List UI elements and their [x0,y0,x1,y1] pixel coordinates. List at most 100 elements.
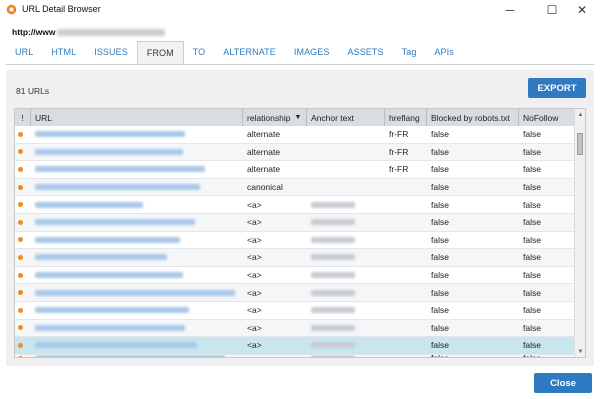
minimize-icon: ─ [505,3,515,17]
column-header-status[interactable]: ! [15,109,31,126]
links-table: ! URL relationship ▼ Anchor text hreflang Bloc… [14,108,586,358]
status-dot-icon [18,254,23,260]
column-header-blocked-by-robots-txt[interactable]: Blocked by robots.txt [427,109,519,126]
nofollow-cell: false [523,322,541,333]
table-row[interactable]: alternate fr-FR false false [15,126,575,144]
relationship-cell: alternate [247,164,281,175]
table-row[interactable]: falsefalse [15,354,575,357]
redacted-anchor-text [311,289,355,296]
redacted-url [35,254,167,261]
anchor-text-cell [307,144,385,161]
redacted-anchor-text [311,236,355,243]
relationship-cell: <a> [247,217,262,228]
anchor-text-cell [307,284,385,301]
status-cell [15,214,31,231]
column-header-relationship[interactable]: relationship ▼ [243,109,307,126]
blocked-by-robots-cell: false [431,199,449,210]
nofollow-cell: false [519,355,575,357]
tab-issues[interactable]: ISSUES [85,40,137,64]
tab-to[interactable]: TO [184,40,215,64]
tab-from[interactable]: FROM [136,41,184,64]
blocked-by-robots-cell: false [431,270,449,281]
redacted-anchor-text [311,201,355,208]
nofollow-cell: false [523,234,541,245]
hreflang-cell [385,302,427,319]
minimize-button[interactable]: ─ [492,0,528,20]
status-dot-icon [18,149,23,155]
table-row[interactable]: alternate fr-FR false false [15,161,575,179]
blocked-by-robots-cell: false [431,340,449,351]
anchor-text-cell [307,355,385,357]
close-button[interactable]: Close [534,373,592,393]
table-row[interactable]: <a> false false [15,232,575,250]
relationship-cell [243,355,307,357]
scroll-down-icon[interactable]: ▼ [575,346,585,357]
table-row[interactable]: alternate fr-FR false false [15,143,575,162]
table-row[interactable]: <a> false false [15,267,575,285]
redacted-url [35,307,189,314]
relationship-cell: alternate [247,146,281,157]
column-header-url[interactable]: URL [31,109,243,126]
tab-strip: URL HTML ISSUES FROM TO ALTERNATE IMAGES ASSETS… [6,40,463,64]
status-cell [15,302,31,319]
redacted-url [57,28,166,36]
table-row[interactable]: <a> false false [15,302,575,320]
status-cell [15,144,31,161]
tab-assets[interactable]: ASSETS [338,40,392,64]
table-row[interactable]: canonical false false [15,178,575,197]
column-header-nofollow[interactable]: NoFollow [519,109,575,126]
table-row[interactable]: <a> false false [15,196,575,214]
relationship-cell: <a> [247,234,262,245]
redacted-url [35,272,183,279]
relationship-cell: <a> [247,322,262,333]
redacted-url [35,201,143,208]
blocked-by-robots-cell: false [431,217,449,228]
column-header-anchor-text[interactable]: Anchor text [307,109,385,126]
url-cell [31,179,243,196]
scroll-up-icon[interactable]: ▲ [575,109,585,120]
hreflang-cell [385,337,427,354]
redacted-url [35,184,200,191]
nofollow-cell: false [523,340,541,351]
column-header-label: relationship [247,112,291,123]
redacted-url [35,324,185,331]
scrollbar-thumb[interactable] [577,133,583,155]
nofollow-cell: false [523,287,541,298]
blocked-by-robots-cell: false [431,322,449,333]
table-row[interactable]: <a> false false [15,319,575,338]
redacted-anchor-text [311,342,355,349]
status-cell [15,126,31,143]
column-header-hreflang[interactable]: hreflang [385,109,427,126]
vertical-scrollbar[interactable]: ▲ ▼ [574,109,585,357]
tab-panel-from: 81 URLs EXPORT ! URL relationship ▼ Anchor t… [6,70,594,366]
export-button[interactable]: EXPORT [528,78,586,98]
url-cell [31,232,243,249]
hreflang-cell [385,267,427,284]
tab-url[interactable]: URL [6,40,42,64]
tab-images[interactable]: IMAGES [285,40,339,64]
column-header-label: Anchor text [311,112,354,123]
tab-html[interactable]: HTML [42,40,85,64]
url-cell [31,161,243,178]
redacted-anchor-text [311,355,355,357]
tab-apis[interactable]: APIs [425,40,462,64]
column-header-label: NoFollow [523,112,559,123]
relationship-cell: <a> [247,252,262,263]
gear-icon [6,4,17,15]
url-cell [31,144,243,161]
table-row[interactable]: <a> false false [15,284,575,302]
status-cell [15,284,31,301]
tab-tag[interactable]: Tag [393,40,426,64]
redacted-url [35,342,197,349]
close-window-button[interactable]: ✕ [564,0,600,20]
nofollow-cell: false [523,182,541,193]
relationship-cell: <a> [247,305,262,316]
blocked-by-robots-cell: false [431,252,449,263]
hreflang-cell [385,249,427,266]
tab-alternate[interactable]: ALTERNATE [214,40,285,64]
table-row[interactable]: <a> false false [15,249,575,267]
table-row[interactable]: <a> false false [15,337,575,355]
table-row[interactable]: <a> false false [15,213,575,232]
status-dot-icon [18,131,23,137]
anchor-text-cell [307,232,385,249]
